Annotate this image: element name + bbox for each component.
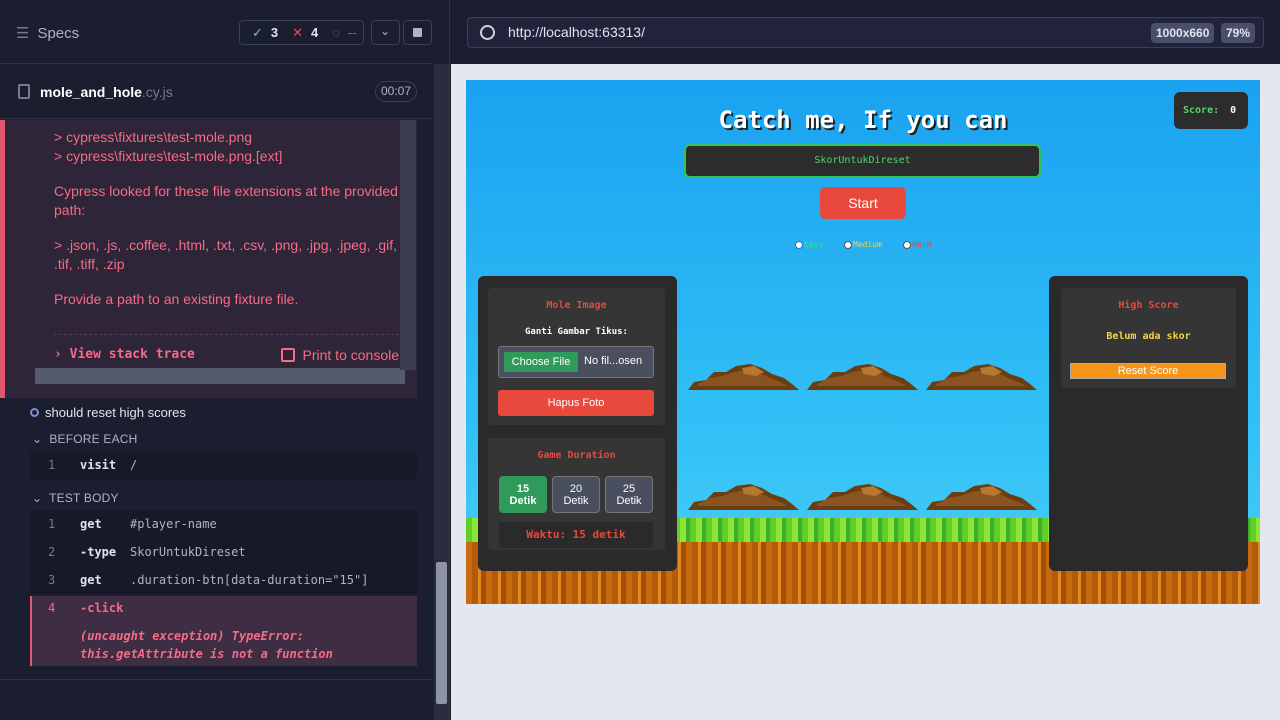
mole-hole[interactable] — [926, 480, 1037, 510]
zoom-badge: 79% — [1221, 23, 1256, 43]
start-button[interactable]: Start — [820, 187, 906, 219]
error-para: > .json, .js, .coffee, .html, .txt, .csv… — [54, 237, 398, 272]
chevron-down-button[interactable]: ⌄ — [371, 20, 400, 45]
settings-panel: Mole Image Ganti Gambar Tikus: Choose Fi… — [478, 276, 677, 571]
runner-topbar: ☰ Specs ✓ 3 ✕ 4 ◌ -- ⌄ — [0, 0, 433, 64]
mole-image-card: Mole Image Ganti Gambar Tikus: Choose Fi… — [488, 288, 665, 425]
game-duration-card: Game Duration 15 Detik 20 Detik 25 Detik Wa… — [488, 438, 665, 550]
radio-icon — [795, 240, 803, 249]
runner-footer — [0, 679, 433, 680]
stop-icon — [413, 28, 422, 37]
radio-icon — [903, 240, 911, 249]
mole-hole[interactable] — [807, 480, 918, 510]
spec-file-name: mole_and_hole.cy.js — [40, 84, 173, 100]
runner-panel: ☰ Specs ✓ 3 ✕ 4 ◌ -- ⌄ mole_and_hole.cy.… — [0, 0, 450, 720]
horizontal-scrollbar[interactable] — [35, 368, 405, 384]
mole-hole[interactable] — [807, 360, 918, 390]
file-icon — [18, 84, 30, 99]
command-row[interactable]: 1 visit / — [30, 451, 417, 479]
mole-hole[interactable] — [926, 360, 1037, 390]
difficulty-easy[interactable]: Easy — [795, 240, 823, 249]
player-name-input[interactable]: SkorUntukDireset — [684, 144, 1041, 178]
duration-25-button[interactable]: 25 Detik — [605, 476, 653, 513]
error-message-box: > cypress\fixtures\test-mole.png > cypre… — [0, 120, 417, 398]
error-para: Cypress looked for these file extensions… — [54, 183, 398, 218]
high-score-panel: High Score Belum ada skor Reset Score — [1049, 276, 1248, 571]
running-icon — [30, 408, 39, 417]
high-score-card: High Score Belum ada skor Reset Score — [1061, 288, 1236, 388]
globe-icon — [480, 25, 495, 40]
radio-icon — [844, 240, 852, 249]
scrollbar-thumb[interactable] — [436, 562, 447, 704]
change-image-label: Ganti Gambar Tikus: — [525, 327, 628, 337]
browser-panel: http://localhost:63313/ 1000x660 79% Cat… — [451, 0, 1280, 720]
failed-command-row[interactable]: 4 -click (uncaught exception) TypeError:… — [30, 596, 417, 666]
file-status: No fil...osen — [584, 355, 643, 367]
specs-menu-icon: ☰ — [16, 25, 30, 42]
file-input[interactable]: Choose File No fil...osen — [498, 346, 654, 378]
before-each-header[interactable]: ⌄ BEFORE EACH — [32, 432, 138, 446]
console-icon — [280, 348, 295, 362]
duration-20-button[interactable]: 20 Detik — [552, 476, 600, 513]
command-row[interactable]: 2 -type SkorUntukDireset — [30, 538, 417, 566]
game-title: Catch me, If you can — [718, 106, 1008, 134]
chevron-down-icon: ⌄ — [380, 24, 391, 38]
url-field[interactable]: http://localhost:63313/ 1000x660 79% — [467, 17, 1264, 48]
spec-file-header: mole_and_hole.cy.js 00:07 — [0, 65, 433, 119]
check-icon: ✓ — [252, 24, 263, 40]
stop-button[interactable] — [403, 20, 432, 45]
failed-count: 4 — [311, 25, 319, 40]
spec-duration: 00:07 — [375, 81, 417, 102]
difficulty-medium[interactable]: Medium — [844, 240, 882, 249]
error-para: Provide a path to an existing fixture fi… — [54, 291, 299, 307]
delete-photo-button[interactable]: Hapus Foto — [498, 390, 654, 416]
mole-hole[interactable] — [688, 360, 799, 390]
print-to-console-button[interactable]: Print to console — [280, 347, 399, 363]
pending-count: -- — [348, 25, 357, 40]
passed-count: 3 — [270, 25, 279, 40]
difficulty-hard[interactable]: Hard — [903, 240, 931, 249]
timer-display: Waktu: 15 detik — [499, 522, 653, 548]
high-score-title: High Score — [1118, 300, 1179, 311]
choose-file-button[interactable]: Choose File — [504, 352, 578, 372]
specs-toggle[interactable]: ☰ Specs — [16, 24, 79, 43]
error-line: > cypress\fixtures\test-mole.png — [54, 129, 253, 145]
url-bar: http://localhost:63313/ 1000x660 79% — [451, 0, 1280, 64]
error-actions: › View stack trace Print to console — [54, 334, 399, 363]
error-vertical-scrollbar[interactable] — [400, 120, 416, 370]
view-stack-trace-button[interactable]: › View stack trace — [54, 347, 195, 363]
test-body-header[interactable]: ⌄ TEST BODY — [32, 491, 119, 505]
pending-icon: ◌ — [332, 25, 341, 40]
test-stats: ✓ 3 ✕ 4 ◌ -- — [239, 20, 364, 45]
app-viewport: Catch me, If you can Score: 0 SkorUntukD… — [466, 80, 1260, 604]
error-line: > cypress\fixtures\test-mole.png.[ext] — [54, 148, 283, 164]
command-row[interactable]: 1 get #player-name — [30, 510, 417, 538]
test-title[interactable]: should reset high scores — [30, 405, 186, 420]
score-display: Score: 0 — [1174, 92, 1248, 129]
command-row[interactable]: 3 get .duration-btn[data-duration="15"] — [30, 566, 417, 594]
x-icon: ✕ — [292, 24, 304, 40]
mole-image-title: Mole Image — [546, 300, 607, 311]
mole-hole[interactable] — [688, 480, 799, 510]
duration-15-button[interactable]: 15 Detik — [499, 476, 547, 513]
reset-score-button[interactable]: Reset Score — [1070, 363, 1226, 379]
game-duration-title: Game Duration — [537, 450, 616, 461]
no-score-text: Belum ada skor — [1106, 331, 1191, 342]
viewport-size-badge: 1000x660 — [1151, 23, 1215, 43]
